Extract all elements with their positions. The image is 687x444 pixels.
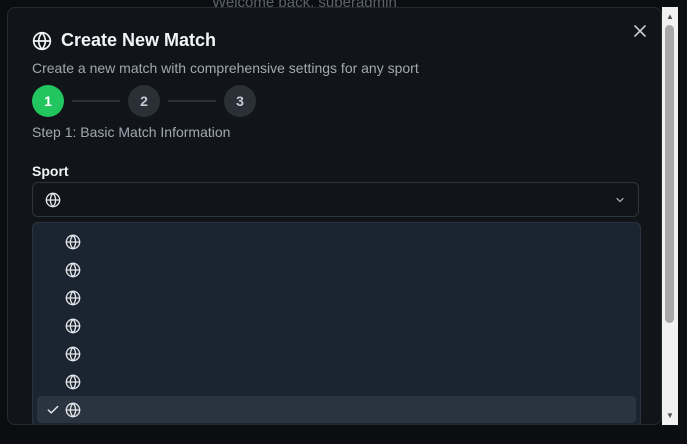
dialog-subtitle: Create a new match with comprehensive se… (32, 60, 419, 76)
step-connector (168, 100, 216, 102)
globe-icon (65, 402, 81, 417)
create-match-dialog: Create New Match Create a new match with… (7, 7, 662, 425)
sport-option[interactable] (37, 228, 636, 255)
globe-icon (45, 192, 61, 207)
dialog-header: Create New Match (32, 30, 216, 51)
dialog-scrollbar[interactable]: ▲ ▼ (662, 7, 678, 425)
globe-icon (65, 318, 81, 333)
globe-icon (65, 374, 81, 389)
sport-option[interactable] (37, 256, 636, 283)
sport-select[interactable] (32, 182, 639, 217)
scroll-thumb[interactable] (665, 25, 674, 323)
step-1-indicator: 1 (32, 85, 64, 117)
check-icon (47, 405, 59, 414)
sport-option[interactable] (37, 340, 636, 367)
sport-field-label: Sport (32, 163, 69, 179)
step-3-indicator: 3 (224, 85, 256, 117)
stepper: 1 2 3 (32, 85, 256, 117)
chevron-down-icon (616, 197, 624, 202)
close-icon (634, 25, 646, 37)
close-button[interactable] (631, 22, 649, 40)
sport-option[interactable] (37, 284, 636, 311)
step-2-indicator: 2 (128, 85, 160, 117)
step-connector (72, 100, 120, 102)
globe-icon (65, 234, 81, 249)
sport-option[interactable] (37, 312, 636, 339)
scroll-up-arrow[interactable]: ▲ (662, 9, 678, 23)
globe-icon (65, 346, 81, 361)
check-slot (37, 403, 65, 417)
globe-icon (65, 290, 81, 305)
sport-options-list (32, 222, 641, 424)
globe-icon (32, 31, 52, 50)
sport-option[interactable] (37, 368, 636, 395)
sport-option-selected[interactable] (37, 396, 636, 423)
globe-icon (65, 262, 81, 277)
dialog-title: Create New Match (61, 30, 217, 50)
scroll-down-arrow[interactable]: ▼ (662, 408, 678, 422)
step-caption: Step 1: Basic Match Information (32, 124, 231, 140)
